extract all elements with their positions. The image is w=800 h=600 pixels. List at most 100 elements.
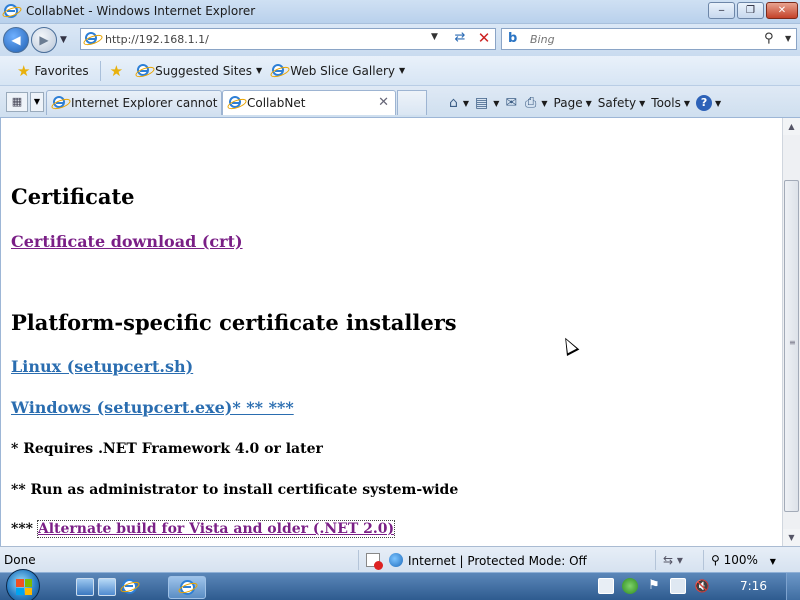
- tab-bar: ▦ ▼ Internet Explorer cannot d... Collab…: [0, 86, 800, 118]
- bing-logo-icon: b: [508, 31, 518, 46]
- start-button[interactable]: [6, 569, 40, 600]
- ie-page-icon: [53, 96, 67, 110]
- switch-windows-icon[interactable]: [98, 578, 116, 596]
- installers-heading: Platform-specific certificate installers: [11, 310, 457, 335]
- security-shield-icon[interactable]: [622, 578, 638, 594]
- chevron-down-icon: ▼: [493, 98, 500, 108]
- favorites-label: Favorites: [34, 63, 89, 78]
- show-desktop-button[interactable]: [786, 573, 800, 600]
- back-button[interactable]: ◀: [3, 27, 29, 53]
- stop-icon[interactable]: ✕: [473, 29, 495, 47]
- tools-menu[interactable]: Tools ▼: [648, 92, 693, 114]
- help-icon: ?: [696, 95, 713, 111]
- windows-installer-link[interactable]: Windows (setupcert.exe)* ** ***: [11, 398, 294, 417]
- tab-ie-cannot-display[interactable]: Internet Explorer cannot d...: [46, 90, 222, 115]
- suggested-sites-label: Suggested Sites: [155, 63, 253, 78]
- scrollbar-thumb[interactable]: ≡: [784, 180, 799, 512]
- read-mail-button[interactable]: ✉: [502, 92, 522, 114]
- search-input[interactable]: [530, 31, 760, 47]
- quick-tabs-button[interactable]: ▦: [6, 92, 28, 112]
- tab-label: CollabNet: [247, 96, 306, 110]
- linux-installer-link[interactable]: Linux (setupcert.sh): [11, 357, 193, 376]
- page-content: Certificate Certificate download (crt) P…: [0, 118, 782, 546]
- minimize-button[interactable]: ‒: [708, 2, 735, 19]
- chevron-down-icon: ▼: [683, 98, 691, 108]
- address-bar: ▼ ⇄ ✕: [80, 28, 496, 50]
- safety-menu[interactable]: Safety ▼: [595, 92, 649, 114]
- safety-menu-label: Safety: [597, 96, 637, 110]
- command-bar: ⌂ ▼ ▤ ▼ ✉ ⎙ ▼ Page ▼ Safety ▼ Tools ▼ ? ▼: [446, 92, 724, 114]
- taskbar-ie-window[interactable]: [168, 576, 206, 599]
- close-tab-icon[interactable]: ✕: [378, 95, 389, 110]
- blocked-content-icon[interactable]: [366, 553, 383, 570]
- globe-icon: [389, 553, 403, 567]
- print-button[interactable]: ⎙ ▼: [522, 92, 550, 114]
- certificate-download-link[interactable]: Certificate download (crt): [11, 232, 243, 251]
- system-clock[interactable]: 7:16: [740, 579, 767, 593]
- ie-logo-icon: [180, 580, 195, 598]
- add-favorite-icon: ★: [109, 61, 124, 80]
- chevron-down-icon: ▼: [585, 98, 592, 108]
- zoom-icon: ⚲: [711, 553, 720, 567]
- status-bar: Done Internet | Protected Mode: Off ⇆ ▾ …: [0, 546, 800, 572]
- chevron-down-icon: ▼: [541, 98, 548, 108]
- action-center-flag-icon[interactable]: ⚑: [646, 578, 662, 594]
- web-slice-gallery-button[interactable]: Web Slice Gallery ▼: [267, 59, 410, 83]
- note-prefix: ***: [11, 521, 33, 537]
- show-desktop-quicklaunch-icon[interactable]: [76, 578, 94, 596]
- web-slice-gallery-label: Web Slice Gallery: [290, 63, 395, 78]
- vertical-scrollbar[interactable]: ▲ ≡ ▼: [782, 118, 800, 546]
- maximize-button[interactable]: ❐: [737, 2, 764, 19]
- close-button[interactable]: ✕: [766, 2, 798, 19]
- tray-document-icon[interactable]: [598, 578, 614, 594]
- grip-icon: ≡: [789, 338, 796, 347]
- chevron-down-icon: ▼: [715, 98, 722, 108]
- home-button[interactable]: ⌂ ▼: [446, 92, 472, 114]
- home-icon: ⌂: [449, 95, 458, 111]
- forward-button[interactable]: ▶: [31, 27, 57, 53]
- security-zone[interactable]: Internet | Protected Mode: Off: [389, 553, 587, 568]
- refresh-icon[interactable]: ⇄: [449, 30, 471, 48]
- help-menu[interactable]: ? ▼: [693, 92, 724, 114]
- favorites-button[interactable]: ★ Favorites: [12, 59, 94, 83]
- title-bar: CollabNet - Windows Internet Explorer ‒ …: [0, 0, 800, 24]
- zoom-level: 100%: [723, 553, 758, 567]
- address-dropdown-icon[interactable]: ▼: [431, 32, 438, 42]
- feeds-button[interactable]: ▤ ▼: [472, 92, 502, 114]
- separator: [358, 550, 359, 570]
- recent-pages-dropdown[interactable]: ▼: [60, 35, 67, 45]
- printer-icon: ⎙: [525, 95, 537, 111]
- page-menu-label: Page: [553, 96, 583, 110]
- tab-list-dropdown[interactable]: ▼: [30, 92, 44, 112]
- note-alternate-build: *** Alternate build for Vista and older …: [11, 520, 396, 538]
- address-input[interactable]: [105, 31, 435, 47]
- ie-quicklaunch-icon[interactable]: [121, 578, 139, 596]
- page-menu[interactable]: Page ▼: [551, 92, 595, 114]
- volume-muted-icon[interactable]: 🔇: [694, 578, 710, 594]
- network-icon[interactable]: [670, 578, 686, 594]
- alternate-build-link[interactable]: Alternate build for Vista and older (.NE…: [36, 520, 396, 538]
- tab-collabnet[interactable]: CollabNet ✕: [222, 90, 396, 115]
- chevron-down-icon: ▼: [398, 66, 406, 75]
- favorites-bar: ★ Favorites ★ Suggested Sites ▼ Web Slic…: [0, 56, 800, 86]
- suggested-sites-button[interactable]: Suggested Sites ▼: [132, 59, 267, 83]
- page-icon: [85, 32, 99, 46]
- separator: [703, 550, 704, 570]
- note-run-as-admin: ** Run as administrator to install certi…: [11, 482, 459, 498]
- chevron-down-icon: ▼: [256, 66, 263, 75]
- compatibility-icon[interactable]: ⇆ ▾: [663, 553, 683, 567]
- forward-arrow-icon: ▶: [39, 33, 49, 47]
- favorites-star-icon: ★: [17, 61, 31, 80]
- scroll-up-icon[interactable]: ▲: [783, 118, 800, 135]
- scroll-down-icon[interactable]: ▼: [783, 529, 800, 546]
- status-text: Done: [4, 553, 36, 567]
- separator: [99, 60, 101, 81]
- zoom-control[interactable]: ⚲ 100% ▼: [711, 553, 776, 567]
- search-options-icon[interactable]: ▼: [785, 34, 791, 43]
- add-to-favorites-button[interactable]: ★: [105, 59, 132, 83]
- search-icon[interactable]: ⚲: [764, 31, 774, 46]
- back-arrow-icon: ◀: [11, 33, 21, 47]
- ie-logo-icon: [4, 4, 20, 20]
- certificate-heading: Certificate: [11, 184, 135, 209]
- new-tab-button[interactable]: [397, 90, 427, 115]
